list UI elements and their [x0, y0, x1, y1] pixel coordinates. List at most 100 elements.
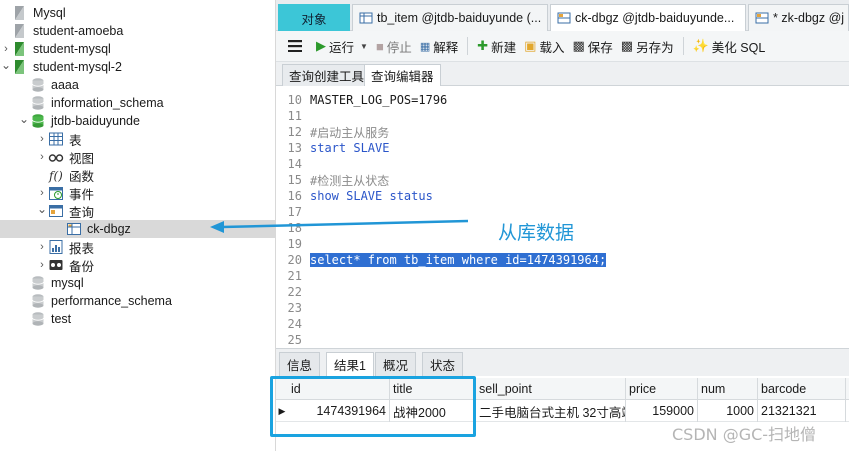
editor-line[interactable]: 16 show SLAVE status	[276, 188, 849, 204]
column-header[interactable]: title	[390, 378, 476, 400]
editor-mode-tabs: 查询创建工具 查询编辑器	[276, 62, 849, 86]
code-text: select* from tb_item where id=1474391964…	[310, 253, 607, 267]
table-cell[interactable]: 二手电脑台式主机 32寸高端	[476, 400, 626, 422]
load-button[interactable]: ▣ 载入	[520, 34, 568, 58]
column-header[interactable]: num	[698, 378, 758, 400]
editor-line[interactable]: 23	[276, 300, 849, 316]
editor-line[interactable]: 14	[276, 156, 849, 172]
tree-item[interactable]: ⌄ student-mysql-2	[0, 56, 275, 76]
run-label: 运行	[329, 40, 355, 55]
tree-item[interactable]: ⌄ 查询	[0, 200, 275, 220]
tree-item-label: 表	[69, 133, 82, 148]
toolbar-divider	[467, 37, 469, 55]
tree-item-label: student-amoeba	[33, 24, 124, 38]
run-button[interactable]: ▶ 运行 ▼	[312, 34, 372, 58]
tree-item[interactable]: › student-mysql	[0, 40, 275, 58]
table-cell[interactable]: 159000	[626, 400, 698, 422]
tree-item[interactable]: ⌄ jtdb-baiduyunde	[0, 110, 275, 130]
tree-item[interactable]: › 视图	[0, 148, 275, 166]
tab-zk-dbgz[interactable]: * zk-dbgz @j	[748, 4, 849, 31]
view-icon	[48, 149, 64, 165]
tab-query-editor[interactable]: 查询编辑器	[364, 64, 441, 86]
line-number: 11	[287, 109, 302, 123]
table-cell[interactable]: 战神2000	[390, 400, 476, 422]
chevron-right-icon[interactable]: ›	[36, 148, 48, 166]
line-number: 24	[287, 317, 302, 331]
tree-item[interactable]: mysql	[0, 274, 275, 292]
tree-item[interactable]: aaaa	[0, 76, 275, 94]
watermark: CSDN @GC-扫地僧	[672, 425, 817, 444]
editor-line[interactable]: 25	[276, 332, 849, 348]
chevron-down-icon[interactable]: ⌄	[18, 110, 30, 128]
editor-line[interactable]: 11	[276, 108, 849, 124]
editor-line[interactable]: 10 MASTER_LOG_POS=1796	[276, 92, 849, 108]
tree-item[interactable]: › 报表	[0, 238, 275, 256]
tree-item[interactable]: performance_schema	[0, 292, 275, 310]
play-icon: ▶	[316, 38, 326, 53]
chevron-down-icon[interactable]: ⌄	[0, 56, 12, 74]
line-number: 20	[287, 253, 302, 267]
tab-ck-dbgz[interactable]: ck-dbgz @jtdb-baiduyunde...	[550, 4, 746, 31]
line-number: 23	[287, 301, 302, 315]
table-cell[interactable]: 21321321	[758, 400, 846, 422]
column-header[interactable]: barcode	[758, 378, 846, 400]
tree-item-label: 事件	[69, 187, 95, 202]
tree-item[interactable]: ck-dbgz	[0, 220, 275, 238]
tab-result-1[interactable]: 结果1	[326, 352, 374, 376]
magic-wand-icon: ✨	[692, 38, 709, 53]
editor-line[interactable]: 22	[276, 284, 849, 300]
chevron-down-icon[interactable]: ▼	[360, 42, 368, 51]
chevron-right-icon[interactable]: ›	[36, 256, 48, 274]
sql-editor[interactable]: 10 MASTER_LOG_POS=1796 11 12 #启动主从服务 13 start …	[276, 86, 849, 348]
tree-item[interactable]: › 表	[0, 130, 275, 148]
tab-overview[interactable]: 概况	[375, 352, 417, 376]
save-button[interactable]: ▩ 保存	[568, 34, 616, 58]
toolbar-divider	[682, 37, 684, 55]
column-header[interactable]: price	[626, 378, 698, 400]
chevron-right-icon[interactable]: ›	[36, 130, 48, 148]
line-number: 25	[287, 333, 302, 347]
tab-objects[interactable]: 对象	[278, 4, 350, 31]
tree-item[interactable]: student-amoeba	[0, 22, 275, 40]
explain-button[interactable]: ▦ 解释	[416, 34, 462, 58]
editor-line[interactable]: 15 #检测主从状态	[276, 172, 849, 188]
beautify-sql-button[interactable]: ✨ 美化 SQL	[689, 34, 770, 58]
editor-line[interactable]: 12 #启动主从服务	[276, 124, 849, 140]
tab-ck-dbgz-label: ck-dbgz @jtdb-baiduyunde...	[575, 11, 735, 25]
chevron-right-icon[interactable]: ›	[36, 238, 48, 256]
report-icon	[48, 239, 64, 255]
tree-item[interactable]: Mysql	[0, 4, 275, 22]
table-cell[interactable]: 1474391964	[288, 400, 390, 422]
tree-item[interactable]: › 备份	[0, 256, 275, 274]
chevron-down-icon[interactable]: ⌄	[36, 200, 48, 218]
editor-line[interactable]: 13 start SLAVE	[276, 140, 849, 156]
tab-tb-item[interactable]: tb_item @jtdb-baiduyunde (...	[352, 4, 548, 31]
database-icon-gray	[30, 293, 46, 309]
tree-item[interactable]: f() 函数	[0, 166, 275, 184]
save-as-button[interactable]: ▩ 另存为	[617, 34, 678, 58]
tab-info[interactable]: 信息	[279, 352, 321, 376]
stop-label: 停止	[386, 40, 412, 55]
column-header[interactable]: sell_point	[476, 378, 626, 400]
tab-status[interactable]: 状态	[422, 352, 464, 376]
stop-button[interactable]: ■ 停止	[372, 34, 416, 58]
connection-icon-green	[12, 41, 28, 57]
editor-line[interactable]: 21	[276, 268, 849, 284]
tab-bar: 对象 tb_item @jtdb-baiduyunde (... ck-dbgz…	[276, 0, 849, 31]
table-cell[interactable]: 1000	[698, 400, 758, 422]
editor-line[interactable]: 24	[276, 316, 849, 332]
tab-query-builder[interactable]: 查询创建工具	[282, 64, 372, 86]
table-row[interactable]: ▶ 1474391964 战神2000 二手电脑台式主机 32寸高端 159000 10…	[276, 400, 849, 422]
new-label: 新建	[491, 40, 517, 55]
column-header[interactable]: id	[288, 378, 390, 400]
menu-button[interactable]	[276, 34, 312, 58]
editor-line[interactable]: 20 select* from tb_item where id=14743919…	[276, 252, 849, 268]
code-text: start SLAVE	[310, 141, 390, 155]
line-number: 13	[287, 141, 302, 155]
tab-info-label: 信息	[287, 359, 313, 373]
tree-item[interactable]: information_schema	[0, 94, 275, 112]
tree-item[interactable]: test	[0, 310, 275, 328]
new-button[interactable]: ✚ 新建	[473, 34, 520, 58]
